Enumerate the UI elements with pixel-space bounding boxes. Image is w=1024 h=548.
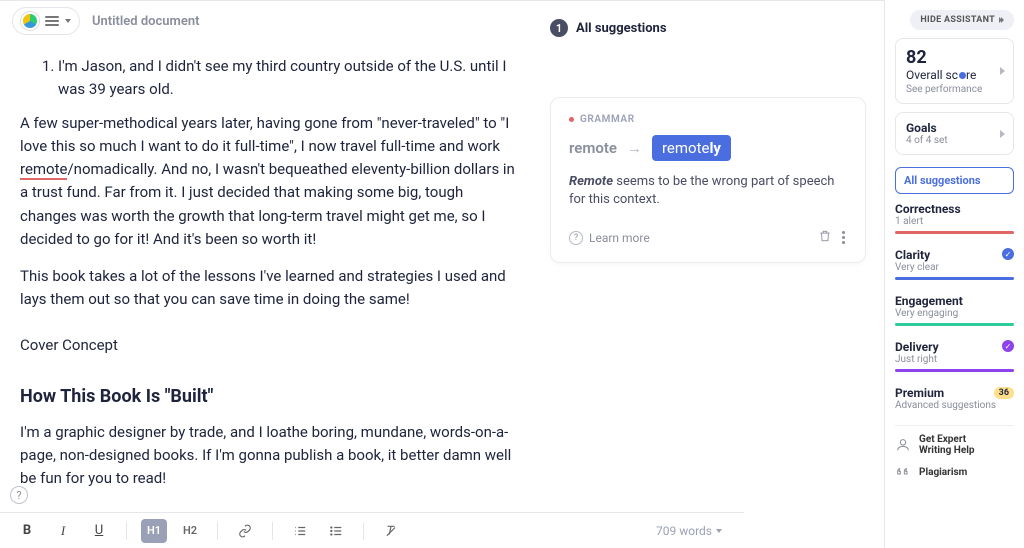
bold-button[interactable]: B [14, 519, 40, 543]
check-badge-icon: ✓ [1002, 340, 1014, 352]
expert-writing-help-button[interactable]: Get ExpertWriting Help [895, 425, 1014, 456]
h1-button[interactable]: H1 [141, 519, 167, 543]
metric-title: Correctness [895, 202, 1014, 216]
learn-more-button[interactable]: ? Learn more [569, 231, 650, 245]
quotes-icon [895, 464, 911, 480]
hide-assistant-button[interactable]: HIDE ASSISTANT [910, 10, 1014, 30]
paragraph: I'm a graphic designer by trade, and I l… [20, 421, 520, 491]
double-chevron-right-icon [999, 17, 1004, 23]
metric-subtitle: 1 alert [895, 216, 1014, 227]
document-title[interactable]: Untitled document [92, 14, 199, 29]
list-item: I'm Jason, and I didn't see my third cou… [58, 55, 520, 102]
clear-format-icon [384, 524, 398, 538]
metric-subtitle: Just right [895, 354, 1014, 365]
metric-title: Clarity [895, 248, 1014, 262]
goals-subtitle: 4 of 4 set [906, 135, 1003, 146]
chevron-right-icon [1000, 130, 1005, 138]
see-performance-link: See performance [906, 84, 1003, 95]
metric-title: Engagement [895, 294, 1014, 308]
metric-bar [895, 369, 1014, 372]
bulleted-list-icon [329, 524, 343, 538]
metric-bar [895, 323, 1014, 326]
metric-title: Premium [895, 386, 944, 400]
link-button[interactable] [232, 519, 258, 543]
numbered-list-icon [293, 524, 307, 538]
check-badge-icon: ✓ [1002, 248, 1014, 260]
metric-bar [895, 277, 1014, 280]
heading-2: How This Book Is "Built" [20, 383, 520, 411]
correctness-filter[interactable]: Correctness 1 alert [895, 202, 1014, 240]
app-menu-button[interactable] [12, 7, 80, 35]
arrow-right-icon: → [627, 139, 642, 157]
score-label: Overall scre [906, 68, 1003, 82]
suggestions-header: All suggestions [576, 21, 667, 36]
original-word: remote [569, 139, 617, 157]
goals-panel[interactable]: Goals 4 of 4 set [895, 112, 1014, 155]
flagged-word[interactable]: remote [20, 160, 67, 180]
grammarly-logo-icon [21, 12, 39, 30]
italic-button[interactable]: I [50, 519, 76, 543]
hamburger-icon [45, 16, 59, 26]
score-number: 82 [906, 47, 1003, 68]
engagement-filter[interactable]: Engagement Very engaging [895, 294, 1014, 332]
metric-subtitle: Very clear [895, 262, 1014, 273]
metric-title: Delivery [895, 340, 1014, 354]
info-icon: ? [569, 231, 583, 245]
suggestion-card[interactable]: GRAMMAR remote → remotely Remote seems t… [550, 97, 866, 263]
word-count[interactable]: 709 words [656, 524, 730, 538]
more-options-button[interactable] [840, 229, 847, 246]
h2-button[interactable]: H2 [177, 519, 203, 543]
help-button[interactable]: ? [10, 486, 28, 504]
suggestion-count-badge: 1 [550, 19, 568, 37]
premium-count-badge: 36 [994, 387, 1014, 399]
bulleted-list-button[interactable] [323, 519, 349, 543]
clear-formatting-button[interactable] [378, 519, 404, 543]
suggested-word-button[interactable]: remotely [652, 135, 731, 161]
formatting-toolbar: B I U H1 H2 709 words [0, 512, 744, 548]
notification-dot-icon [959, 72, 966, 79]
paragraph: This book takes a lot of the lessons I'v… [20, 265, 520, 312]
premium-filter[interactable]: Premium 36 Advanced suggestions [895, 386, 1014, 417]
paragraph: A few super-methodical years later, havi… [20, 112, 520, 252]
dismiss-button[interactable] [818, 229, 832, 246]
delivery-filter[interactable]: ✓ Delivery Just right [895, 340, 1014, 378]
chevron-down-icon [65, 19, 71, 23]
suggestion-message: Remote seems to be the wrong part of spe… [569, 173, 847, 209]
link-icon [238, 524, 252, 538]
chevron-down-icon [716, 529, 722, 533]
paragraph: Cover Concept [20, 334, 520, 357]
overall-score-panel[interactable]: 82 Overall scre See performance [895, 38, 1014, 104]
metric-subtitle: Advanced suggestions [895, 400, 1014, 411]
underline-button[interactable]: U [86, 519, 112, 543]
clarity-filter[interactable]: ✓ Clarity Very clear [895, 248, 1014, 286]
editor-content[interactable]: I'm Jason, and I didn't see my third cou… [0, 41, 540, 504]
suggestion-category: GRAMMAR [569, 114, 847, 125]
numbered-list-button[interactable] [287, 519, 313, 543]
trash-icon [818, 229, 832, 243]
goals-title: Goals [906, 121, 1003, 135]
person-icon [895, 437, 911, 453]
plagiarism-button[interactable]: Plagiarism [895, 464, 1014, 480]
red-dot-icon [569, 117, 574, 122]
all-suggestions-filter[interactable]: All suggestions [895, 167, 1014, 194]
metric-subtitle: Very engaging [895, 308, 1014, 319]
chevron-right-icon [1000, 67, 1005, 75]
metric-bar [895, 231, 1014, 234]
